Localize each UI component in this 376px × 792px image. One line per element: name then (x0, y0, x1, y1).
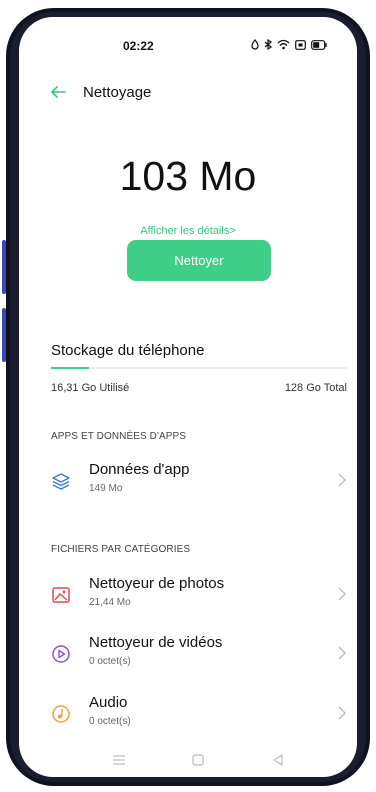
list-item-size: 0 octet(s) (89, 656, 131, 667)
chevron-right-icon (338, 473, 346, 487)
phone-screen: 02:22 Nettoyage 103 Mo Afficher les déta… (19, 17, 357, 777)
menu-icon[interactable] (110, 751, 128, 769)
list-item-size: 149 Mo (89, 483, 123, 494)
storage-usage-fill (51, 367, 89, 369)
layers-icon (52, 473, 70, 490)
list-item-title: Audio (89, 694, 128, 711)
volume-up-button (2, 240, 6, 294)
video-icon (52, 645, 70, 663)
show-details-link[interactable]: Afficher les détails> (19, 225, 357, 237)
list-item-size: 21,44 Mo (89, 597, 131, 608)
chevron-right-icon (338, 587, 346, 601)
junk-size-value: 103 Mo (119, 153, 257, 199)
storage-title: Stockage du téléphone (51, 342, 205, 359)
storage-usage-bar (51, 367, 347, 369)
home-icon[interactable] (189, 751, 207, 769)
list-item-video-cleaner[interactable]: Nettoyeur de vidéos 0 octet(s) (19, 630, 357, 678)
list-item-title: Nettoyeur de vidéos (89, 634, 223, 651)
bluetooth-icon (264, 39, 272, 50)
storage-total: 128 Go Total (284, 382, 347, 394)
screen-record-icon (295, 39, 306, 50)
list-item-photo-cleaner[interactable]: Nettoyeur de photos 21,44 Mo (19, 571, 357, 619)
list-item-title: Données d'app (89, 461, 190, 478)
list-item-app-data[interactable]: Données d'app 149 Mo (19, 457, 357, 505)
page-title: Nettoyage (83, 84, 152, 101)
volume-down-button (2, 308, 6, 362)
battery-icon (311, 39, 327, 50)
status-icons (251, 39, 327, 50)
chevron-right-icon (338, 646, 346, 660)
clean-button[interactable]: Nettoyer (127, 240, 271, 281)
back-arrow-icon[interactable] (49, 83, 67, 101)
storage-used: 16,31 Go Utilisé (51, 382, 130, 394)
wifi-icon (277, 39, 290, 50)
status-bar: 02:22 (19, 37, 357, 57)
photo-icon (52, 587, 70, 603)
app-header: Nettoyage (19, 77, 357, 107)
system-nav-bar (19, 745, 357, 775)
list-item-audio[interactable]: Audio 0 octet(s) (19, 690, 357, 738)
location-icon (251, 39, 259, 50)
status-time: 02:22 (123, 39, 154, 53)
apps-section-label: APPS ET DONNÉES D'APPS (51, 431, 187, 442)
files-section-label: FICHIERS PAR CATÉGORIES (51, 544, 191, 555)
audio-icon (52, 705, 70, 723)
chevron-right-icon (338, 706, 346, 720)
list-item-size: 0 octet(s) (89, 716, 131, 727)
back-triangle-icon[interactable] (269, 751, 287, 769)
list-item-title: Nettoyeur de photos (89, 575, 225, 592)
